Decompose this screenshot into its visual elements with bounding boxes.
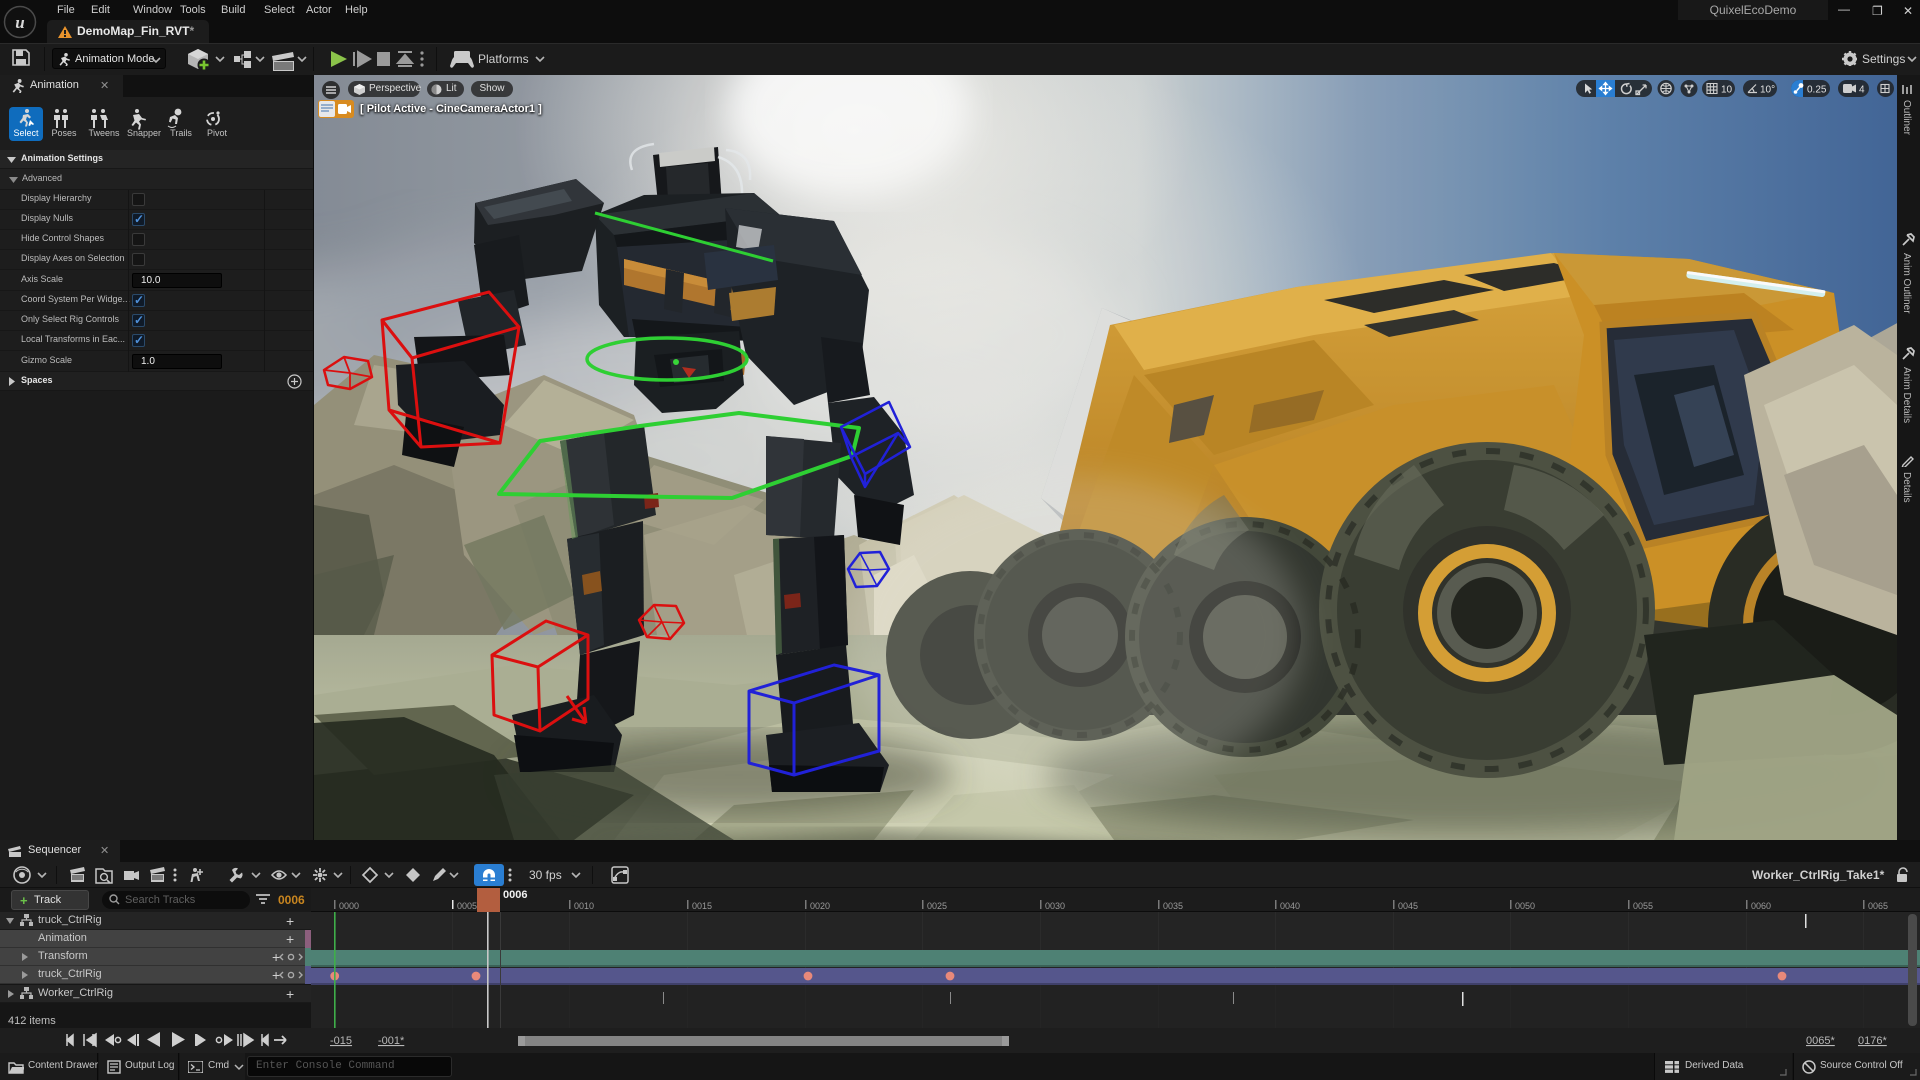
svg-text:30 fps: 30 fps bbox=[529, 868, 562, 882]
svg-text:Settings: Settings bbox=[1862, 52, 1905, 66]
svg-text:0176*: 0176* bbox=[1858, 1035, 1887, 1047]
svg-text:0025: 0025 bbox=[927, 901, 947, 911]
svg-text:0050: 0050 bbox=[1515, 901, 1535, 911]
svg-text:0005: 0005 bbox=[457, 901, 477, 911]
svg-text:u: u bbox=[15, 13, 24, 32]
svg-text:0060: 0060 bbox=[1751, 901, 1771, 911]
svg-text:0065*: 0065* bbox=[1806, 1035, 1835, 1047]
svg-text:0000: 0000 bbox=[339, 901, 359, 911]
svg-text:0006: 0006 bbox=[503, 889, 527, 901]
svg-text:-001*: -001* bbox=[378, 1035, 405, 1047]
svg-text:0010: 0010 bbox=[574, 901, 594, 911]
svg-text:-015: -015 bbox=[330, 1035, 352, 1047]
svg-text:Platforms: Platforms bbox=[478, 52, 529, 66]
svg-text:4: 4 bbox=[1859, 85, 1865, 96]
svg-text:10: 10 bbox=[1721, 85, 1733, 96]
svg-text:10°: 10° bbox=[1760, 85, 1775, 96]
svg-text:0065: 0065 bbox=[1868, 901, 1888, 911]
svg-text:Worker_CtrlRig_Take1*: Worker_CtrlRig_Take1* bbox=[1752, 868, 1885, 882]
svg-text:0055: 0055 bbox=[1633, 901, 1653, 911]
svg-text:0030: 0030 bbox=[1045, 901, 1065, 911]
svg-text:0045: 0045 bbox=[1398, 901, 1418, 911]
svg-text:0015: 0015 bbox=[692, 901, 712, 911]
svg-text:0.25: 0.25 bbox=[1807, 85, 1827, 96]
svg-text:0040: 0040 bbox=[1280, 901, 1300, 911]
svg-text:0035: 0035 bbox=[1163, 901, 1183, 911]
svg-text:0020: 0020 bbox=[810, 901, 830, 911]
